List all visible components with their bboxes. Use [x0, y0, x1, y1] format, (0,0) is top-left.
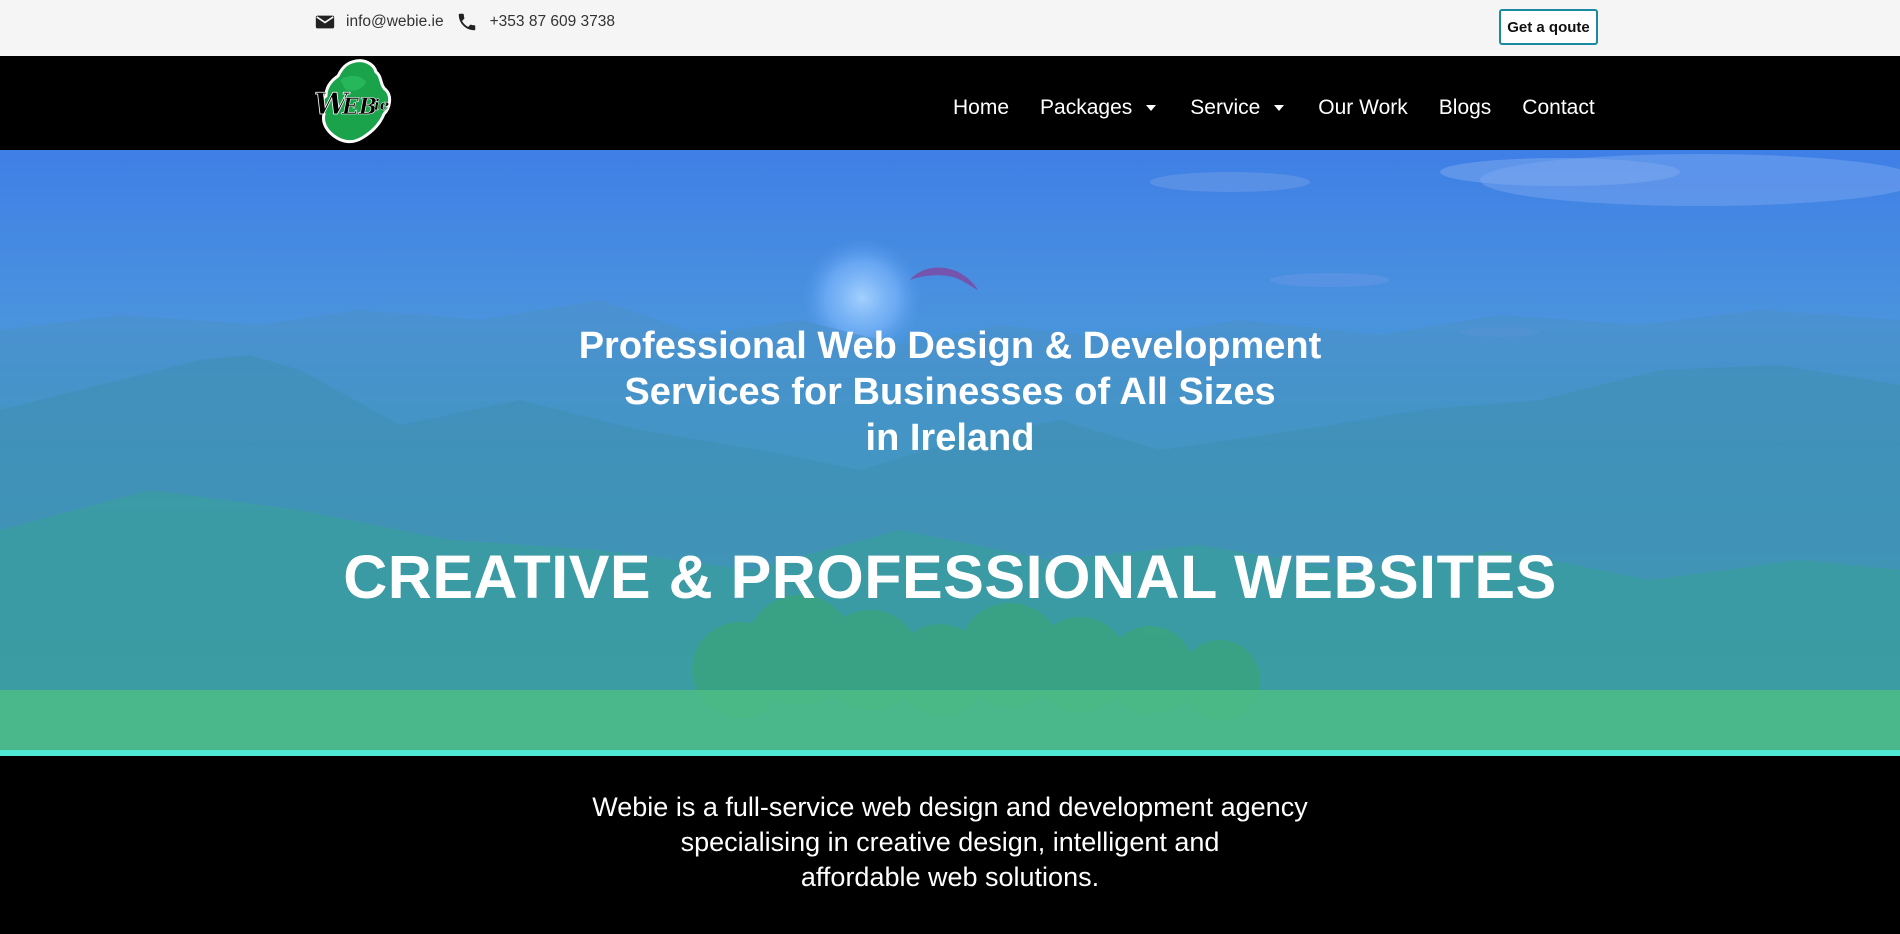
svg-text:ie: ie [374, 96, 389, 114]
chevron-down-icon [1274, 105, 1285, 111]
intro-line: specialising in creative design, intelli… [680, 827, 1220, 857]
intro-line: affordable web solutions. [800, 862, 1100, 892]
contact-info: info@webie.ie +353 87 609 3738 [314, 11, 615, 33]
main-navbar [0, 56, 1900, 150]
email-icon [314, 11, 346, 33]
hero-title: Professional Web Design & Development Se… [450, 323, 1450, 461]
phone-icon [456, 11, 490, 33]
chevron-down-icon [1146, 105, 1157, 111]
hero-headline: CREATIVE & PROFESSIONAL WEBSITES [343, 543, 1557, 611]
nav-label: Contact [1522, 96, 1595, 119]
accent-divider [0, 750, 1900, 756]
nav-service[interactable]: Service [1190, 96, 1285, 120]
webie-logo[interactable]: W EB ie [308, 56, 400, 146]
svg-text:EB: EB [341, 94, 377, 120]
intro-text: Webie is a full-service web design and d… [450, 790, 1450, 895]
hero-banner: Professional Web Design & Development Se… [0, 150, 1900, 752]
nav-label: Blogs [1438, 96, 1492, 119]
nav-blogs[interactable]: Blogs [1439, 96, 1492, 120]
main-menu: Home Packages Service Our Work Blogs Con… [953, 96, 1595, 120]
phone-link[interactable]: +353 87 609 3738 [490, 13, 615, 31]
hero-title-line: in Ireland [865, 417, 1035, 459]
nav-label: Service [1190, 96, 1261, 119]
nav-contact[interactable]: Contact [1522, 96, 1594, 120]
top-contact-bar: info@webie.ie +353 87 609 3738 Get a qou… [0, 0, 1900, 56]
nav-label: Packages [1040, 96, 1133, 119]
nav-home[interactable]: Home [953, 96, 1009, 120]
intro-line: Webie is a full-service web design and d… [592, 792, 1308, 822]
nav-our-work[interactable]: Our Work [1318, 96, 1407, 120]
nav-label: Home [953, 96, 1010, 119]
hero-title-line: Services for Businesses of All Sizes [624, 371, 1276, 413]
hero-title-line: Professional Web Design & Development [578, 325, 1322, 367]
nav-label: Our Work [1318, 96, 1408, 119]
nav-packages[interactable]: Packages [1040, 96, 1157, 120]
email-link[interactable]: info@webie.ie [346, 13, 444, 31]
get-quote-button[interactable]: Get a qoute [1499, 9, 1598, 45]
